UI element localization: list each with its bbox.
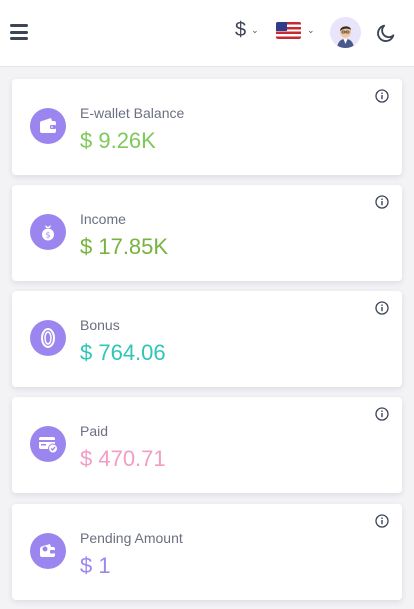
card-value: $ 17.85K	[80, 234, 169, 259]
currency-selector[interactable]: $ ⌄	[235, 18, 259, 42]
stat-card-income: $ Income $ 17.85K	[12, 185, 402, 281]
currency-symbol: $	[235, 18, 247, 41]
info-icon[interactable]	[375, 301, 389, 315]
card-label: E-wallet Balance	[80, 105, 185, 121]
moon-icon[interactable]	[375, 22, 397, 44]
stat-card-e-wallet-balance: E-wallet Balance $ 9.26K	[12, 79, 402, 175]
coin-icon	[30, 320, 66, 356]
hamburger-icon[interactable]	[10, 24, 28, 40]
pending-wallet-icon	[30, 533, 66, 569]
stat-card-pending-amount: Pending Amount $ 1	[12, 504, 402, 600]
wallet-icon	[30, 108, 66, 144]
card-label: Pending Amount	[80, 530, 183, 546]
language-selector[interactable]: ⌄	[276, 21, 315, 39]
card-label: Paid	[80, 423, 109, 439]
money-bag-icon: $	[30, 214, 66, 250]
stat-card-paid: Paid $ 470.71	[12, 397, 402, 493]
card-label: Income	[80, 211, 126, 227]
info-icon[interactable]	[375, 195, 389, 209]
card-value: $ 1	[80, 553, 111, 578]
top-bar: $ ⌄ ⌄	[0, 0, 414, 67]
svg-text:$: $	[45, 231, 50, 240]
info-icon[interactable]	[375, 89, 389, 103]
info-icon[interactable]	[375, 407, 389, 421]
chevron-down-icon: ⌄	[307, 24, 315, 35]
stat-card-bonus: Bonus $ 764.06	[12, 291, 402, 387]
card-check-icon	[30, 426, 66, 462]
card-value: $ 9.26K	[80, 128, 156, 153]
info-icon[interactable]	[375, 514, 389, 528]
avatar[interactable]	[330, 17, 361, 48]
us-flag-icon	[276, 21, 301, 39]
card-value: $ 470.71	[80, 446, 166, 471]
card-value: $ 764.06	[80, 340, 166, 365]
card-label: Bonus	[80, 317, 120, 333]
chevron-down-icon: ⌄	[251, 24, 259, 35]
